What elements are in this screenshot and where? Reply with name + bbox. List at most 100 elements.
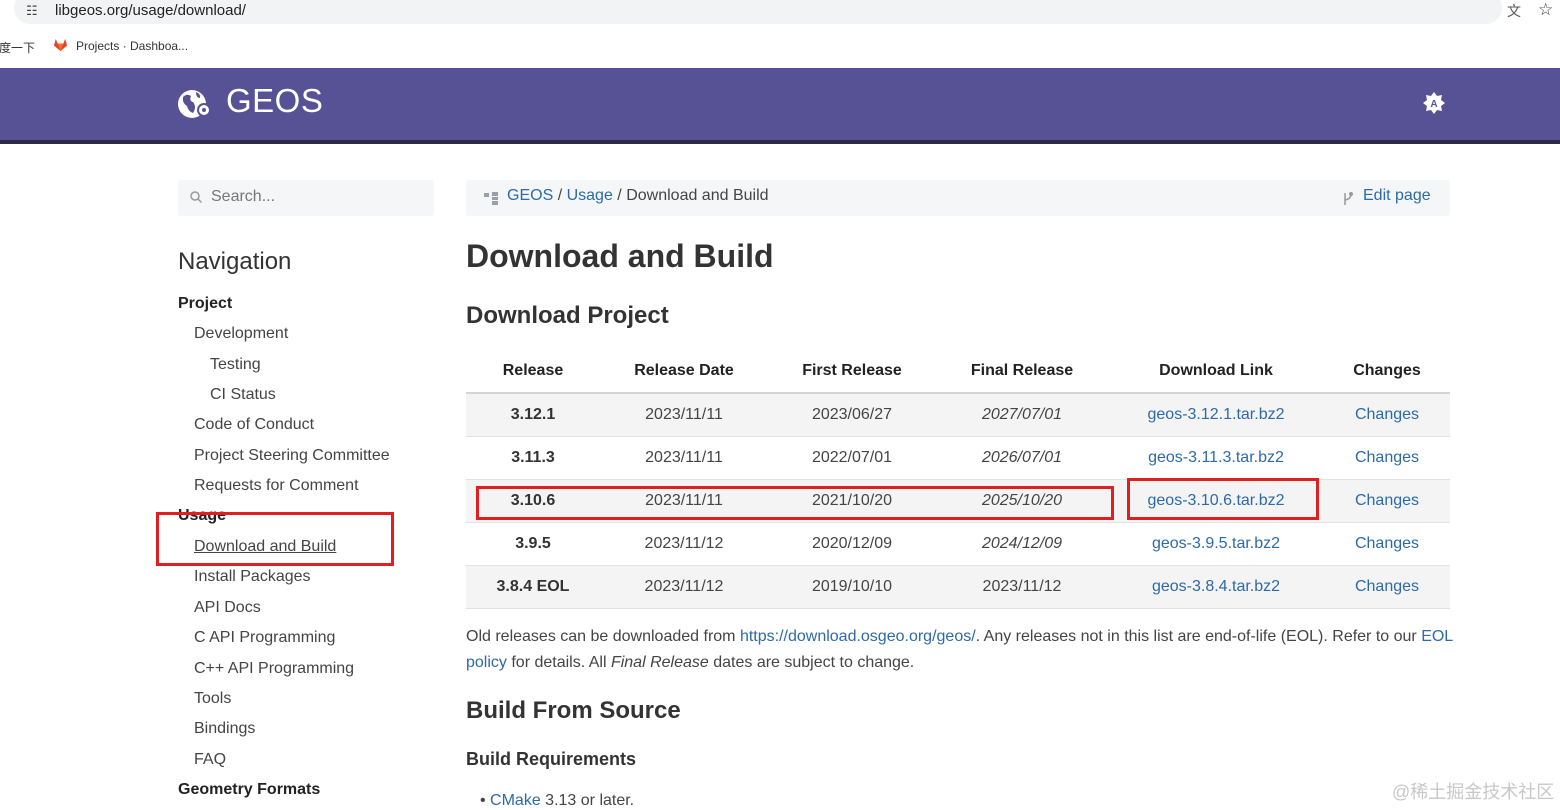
site-logo-text[interactable]: GEOS	[226, 82, 323, 120]
para-text: . Any releases not in this list are end-…	[975, 628, 1422, 645]
sidebar-search[interactable]: Search...	[178, 180, 434, 216]
watermark: @稀土掘金技术社区	[1392, 782, 1555, 802]
first-release-cell: 2019/10/10	[768, 565, 936, 609]
download-cell: geos-3.11.3.tar.bz2	[1108, 436, 1324, 480]
nav-item-testing[interactable]: Testing	[210, 356, 261, 374]
final-release-cell: 2027/07/01	[936, 393, 1108, 437]
download-cell: geos-3.8.4.tar.bz2	[1108, 565, 1324, 609]
osgeo-download-link[interactable]: https://download.osgeo.org/geos/	[740, 628, 976, 645]
page-title: Download and Build	[466, 238, 774, 274]
requirement-item: • CMake 3.13 or later.	[480, 792, 635, 809]
breadcrumb-sep: /	[617, 187, 622, 204]
changes-link[interactable]: Changes	[1355, 406, 1419, 423]
nav-item-ci-status[interactable]: CI Status	[210, 386, 276, 404]
release-date-cell: 2023/11/11	[600, 393, 768, 437]
col-release-date: Release Date	[600, 350, 768, 394]
nav-item-faq[interactable]: FAQ	[194, 751, 226, 769]
build-from-source-heading: Build From Source	[466, 697, 681, 724]
download-cell: geos-3.9.5.tar.bz2	[1108, 522, 1324, 566]
col-download-link: Download Link	[1108, 350, 1324, 394]
para-text: for details. All	[506, 654, 611, 671]
final-release-cell: 2024/12/09	[936, 522, 1108, 566]
browser-address-bar: ☷ libgeos.org/usage/download/ 文 ☆	[0, 0, 1560, 26]
nav-item-bindings[interactable]: Bindings	[194, 720, 255, 738]
col-release: Release	[466, 350, 600, 394]
release-date-cell: 2023/11/12	[600, 565, 768, 609]
col-final-release: Final Release	[936, 350, 1108, 394]
site-settings-icon[interactable]: ☷	[26, 3, 38, 19]
table-row: 3.8.4 EOL 2023/11/12 2019/10/10 2023/11/…	[466, 565, 1450, 609]
breadcrumb-usage-link[interactable]: Usage	[567, 187, 613, 204]
release-date-cell: 2023/11/11	[600, 436, 768, 480]
bookmark-baidu[interactable]: 度一下	[0, 39, 35, 56]
release-date-cell: 2023/11/12	[600, 522, 768, 566]
first-release-cell: 2022/07/01	[768, 436, 936, 480]
translate-icon[interactable]: 文	[1507, 1, 1521, 21]
download-link[interactable]: geos-3.9.5.tar.bz2	[1152, 535, 1280, 552]
changes-cell: Changes	[1324, 522, 1450, 566]
final-release-emphasis: Final Release	[610, 654, 709, 671]
url-text[interactable]: libgeos.org/usage/download/	[55, 2, 246, 19]
highlight-box-nav	[156, 512, 394, 566]
nav-item-tools[interactable]: Tools	[194, 690, 231, 708]
breadcrumb-sep: /	[557, 187, 563, 204]
nav-item-development[interactable]: Development	[194, 325, 288, 343]
first-release-cell: 2020/12/09	[768, 522, 936, 566]
nav-section-geometry-formats[interactable]: Geometry Formats	[178, 781, 320, 799]
nav-item-cpp-api[interactable]: C++ API Programming	[194, 660, 354, 678]
final-release-cell: 2026/07/01	[936, 436, 1108, 480]
download-link[interactable]: geos-3.11.3.tar.bz2	[1148, 449, 1284, 466]
nav-item-psc[interactable]: Project Steering Committee	[194, 447, 390, 465]
theme-toggle-icon[interactable]: A	[1423, 92, 1445, 114]
sitemap-icon	[484, 192, 498, 205]
changes-link[interactable]: Changes	[1355, 578, 1419, 595]
geos-logo-icon[interactable]	[177, 87, 211, 121]
bookmark-projects[interactable]: Projects · Dashboa...	[76, 39, 188, 53]
download-project-heading: Download Project	[466, 302, 669, 329]
changes-link[interactable]: Changes	[1355, 449, 1419, 466]
nav-item-code-of-conduct[interactable]: Code of Conduct	[194, 416, 314, 434]
changes-link[interactable]: Changes	[1355, 535, 1419, 552]
first-release-cell: 2023/06/27	[768, 393, 936, 437]
nav-item-install-packages[interactable]: Install Packages	[194, 568, 311, 586]
release-cell: 3.11.3	[466, 436, 600, 480]
nav-section-project[interactable]: Project	[178, 295, 232, 313]
old-releases-paragraph: Old releases can be downloaded from http…	[466, 624, 1456, 676]
edit-page-link[interactable]: Edit page	[1363, 187, 1431, 205]
para-text: dates are subject to change.	[708, 654, 915, 671]
nav-item-api-docs[interactable]: API Docs	[194, 599, 261, 617]
table-row: 3.9.5 2023/11/12 2020/12/09 2024/12/09 g…	[466, 522, 1450, 566]
breadcrumb-trail: GEOS / Usage / Download and Build	[507, 187, 769, 205]
changes-link[interactable]: Changes	[1355, 492, 1419, 509]
table-row: 3.11.3 2023/11/11 2022/07/01 2026/07/01 …	[466, 436, 1450, 480]
bookmark-star-icon[interactable]: ☆	[1538, 0, 1553, 20]
nav-item-rfc[interactable]: Requests for Comment	[194, 477, 359, 495]
requirement-text: 3.13 or later.	[540, 792, 635, 809]
highlight-box-row	[476, 486, 1114, 520]
build-requirements-heading: Build Requirements	[466, 749, 637, 769]
git-branch-icon	[1344, 192, 1353, 205]
download-link[interactable]: geos-3.8.4.tar.bz2	[1152, 578, 1280, 595]
breadcrumb: GEOS / Usage / Download and Build Edit p…	[466, 180, 1450, 216]
table-row: 3.12.1 2023/11/11 2023/06/27 2027/07/01 …	[466, 393, 1450, 437]
nav-item-c-api[interactable]: C API Programming	[194, 629, 335, 647]
highlight-box-download	[1127, 478, 1319, 520]
release-cell: 3.8.4 EOL	[466, 565, 600, 609]
final-release-cell: 2023/11/12	[936, 565, 1108, 609]
gitlab-icon	[53, 38, 68, 52]
download-link[interactable]: geos-3.12.1.tar.bz2	[1148, 406, 1285, 423]
breadcrumb-current: Download and Build	[626, 187, 769, 204]
table-header-row: Release Release Date First Release Final…	[466, 350, 1450, 394]
download-cell: geos-3.12.1.tar.bz2	[1108, 393, 1324, 437]
site-header: GEOS A	[0, 68, 1560, 144]
para-text: Old releases can be downloaded from	[466, 628, 740, 645]
cmake-link[interactable]: CMake	[490, 792, 541, 809]
changes-cell: Changes	[1324, 565, 1450, 609]
col-changes: Changes	[1324, 350, 1450, 394]
search-input[interactable]: Search...	[211, 188, 275, 206]
changes-cell: Changes	[1324, 479, 1450, 523]
breadcrumb-geos-link[interactable]: GEOS	[507, 187, 553, 204]
bookmarks-bar: 度一下 Projects · Dashboa...	[0, 36, 1560, 58]
changes-cell: Changes	[1324, 393, 1450, 437]
release-cell: 3.12.1	[466, 393, 600, 437]
